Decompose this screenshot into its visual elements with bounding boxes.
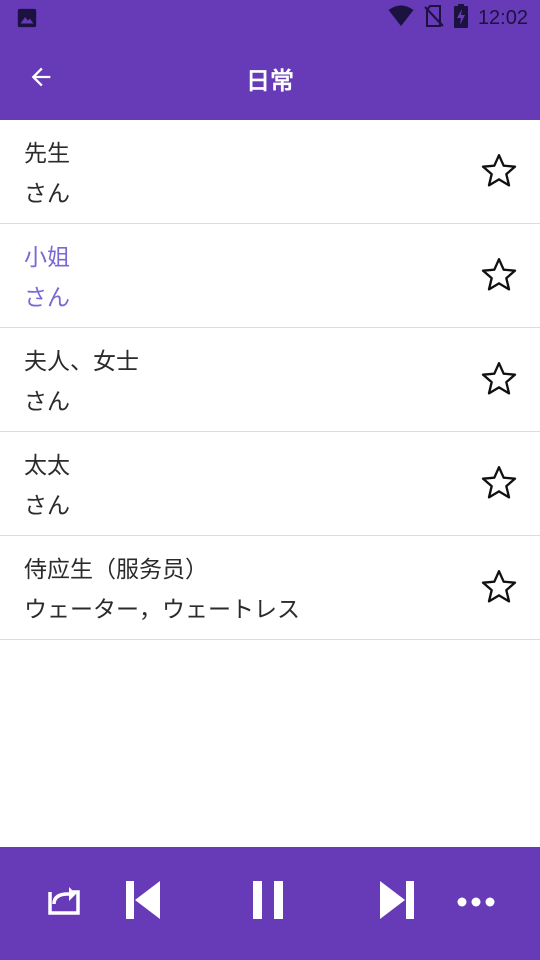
wifi-icon — [388, 5, 414, 31]
favorite-button[interactable] — [476, 150, 522, 196]
favorite-button[interactable] — [476, 254, 522, 300]
status-bar: 12:02 — [0, 0, 540, 36]
star-outline-icon — [479, 567, 519, 611]
star-outline-icon — [479, 255, 519, 299]
phrase-japanese: さん — [24, 285, 70, 311]
star-outline-icon — [479, 151, 519, 195]
favorite-button[interactable] — [476, 462, 522, 508]
no-sim-icon — [424, 5, 444, 31]
list-item[interactable]: 侍应生（服务员） ウェーター，ウェートレス — [0, 536, 540, 640]
arrow-left-icon — [27, 63, 55, 95]
favorite-button[interactable] — [476, 566, 522, 612]
skip-next-icon — [378, 879, 418, 925]
phrase-japanese: さん — [24, 389, 70, 415]
phrase-japanese: ウェーター，ウェートレス — [24, 597, 300, 623]
app-bar: 日常 — [0, 36, 540, 120]
pause-icon — [250, 879, 286, 925]
status-time: 12:02 — [477, 6, 528, 29]
list-item[interactable]: 夫人、女士 さん — [0, 328, 540, 432]
phrase-chinese: 小姐 — [24, 245, 70, 271]
star-outline-icon — [479, 463, 519, 507]
page-title: 日常 — [246, 66, 294, 95]
more-horizontal-icon — [456, 893, 496, 912]
previous-button[interactable] — [117, 877, 167, 927]
more-button[interactable] — [451, 877, 501, 927]
star-outline-icon — [479, 359, 519, 403]
back-button[interactable] — [18, 56, 64, 102]
phrase-japanese: さん — [24, 181, 70, 207]
phrase-chinese: 侍应生（服务员） — [24, 557, 208, 583]
phrase-japanese: さん — [24, 493, 70, 519]
skip-previous-icon — [122, 879, 162, 925]
player-controls — [0, 847, 540, 960]
favorite-button[interactable] — [476, 358, 522, 404]
phrase-list: 先生 さん 小姐 さん 夫人、女士 さん 太太 さん 侍应生（服务员） ウェータ… — [0, 120, 540, 640]
image-icon — [16, 7, 38, 29]
pause-button[interactable] — [243, 877, 293, 927]
next-button[interactable] — [373, 877, 423, 927]
status-icons: 12:02 — [388, 0, 528, 36]
list-item[interactable]: 先生 さん — [0, 120, 540, 224]
battery-charging-icon — [453, 4, 468, 32]
phrase-chinese: 先生 — [24, 141, 70, 167]
phrase-chinese: 太太 — [24, 453, 70, 479]
list-item-active[interactable]: 小姐 さん — [0, 224, 540, 328]
phrase-chinese: 夫人、女士 — [24, 349, 139, 375]
repeat-button[interactable] — [39, 877, 89, 927]
list-item[interactable]: 太太 さん — [0, 432, 540, 536]
repeat-icon — [46, 882, 82, 922]
